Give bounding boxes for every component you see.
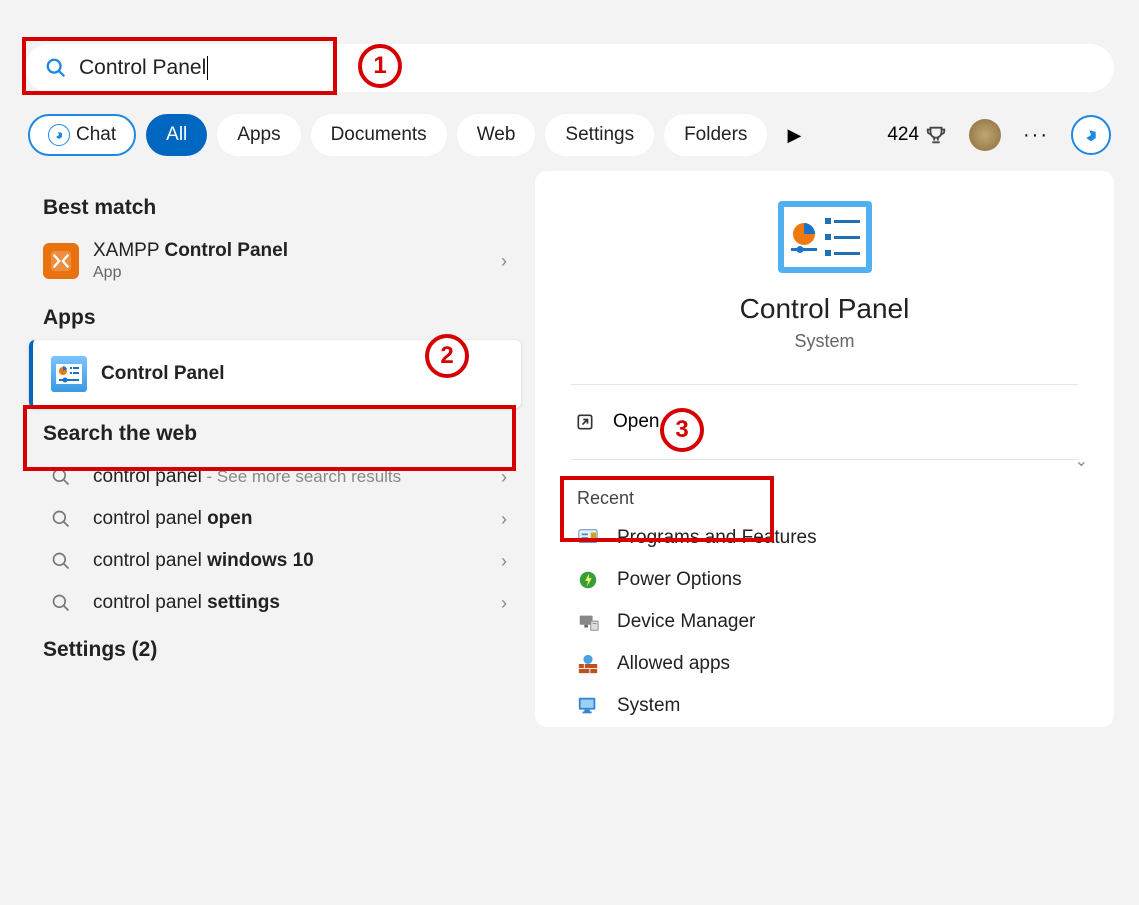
web-header: Search the web	[25, 408, 525, 456]
more-icon[interactable]: ···	[1023, 124, 1049, 147]
search-icon	[51, 593, 71, 613]
chat-label: Chat	[76, 124, 116, 146]
apps-header: Apps	[25, 292, 525, 340]
tab-apps[interactable]: Apps	[217, 114, 300, 156]
system-icon	[577, 695, 599, 717]
control-panel-icon	[51, 356, 87, 392]
best-match-header: Best match	[25, 182, 525, 230]
trophy-icon	[925, 124, 947, 146]
control-panel-large-icon	[778, 201, 872, 273]
rewards-count: 424	[887, 124, 919, 146]
detail-title: Control Panel	[740, 293, 910, 325]
chevron-right-icon[interactable]: ›	[501, 251, 507, 272]
recent-item-power[interactable]: Power Options	[535, 559, 1114, 601]
tab-web[interactable]: Web	[457, 114, 536, 156]
more-tabs-icon[interactable]: ▶	[781, 119, 807, 152]
chevron-down-icon[interactable]: ⌄	[1075, 451, 1088, 471]
web-result-3[interactable]: control panel settings ›	[25, 582, 525, 624]
firewall-icon	[577, 653, 599, 675]
recent-item-programs[interactable]: Programs and Features	[535, 517, 1114, 559]
recent-item-device[interactable]: Device Manager	[535, 601, 1114, 643]
search-input[interactable]: Control Panel	[25, 44, 1114, 92]
chevron-right-icon[interactable]: ›	[501, 467, 507, 488]
detail-sub: System	[794, 331, 854, 352]
search-icon	[51, 551, 71, 571]
power-icon	[577, 569, 599, 591]
search-input-value: Control Panel	[79, 56, 206, 80]
web-result-0[interactable]: control panel - See more search results …	[25, 456, 525, 498]
tab-documents[interactable]: Documents	[311, 114, 447, 156]
recent-header: Recent	[535, 472, 1114, 517]
rewards-badge[interactable]: 424	[887, 124, 947, 146]
result-xampp[interactable]: XAMPP Control Panel App ›	[25, 230, 525, 292]
tab-all[interactable]: All	[146, 114, 207, 156]
web-result-1[interactable]: control panel open ›	[25, 498, 525, 540]
tab-settings[interactable]: Settings	[545, 114, 654, 156]
search-icon	[51, 509, 71, 529]
chevron-right-icon[interactable]: ›	[501, 593, 507, 614]
chevron-right-icon[interactable]: ›	[501, 509, 507, 530]
settings-header: Settings (2)	[25, 624, 525, 672]
search-icon	[45, 57, 67, 79]
xampp-sub: App	[93, 264, 487, 282]
open-label: Open	[613, 411, 659, 433]
xampp-title-bold: Control Panel	[164, 240, 288, 261]
control-panel-title: Control Panel	[101, 363, 225, 384]
divider	[571, 384, 1078, 385]
tab-folders[interactable]: Folders	[664, 114, 767, 156]
result-control-panel[interactable]: Control Panel	[29, 340, 521, 408]
open-button[interactable]: Open	[551, 397, 1098, 447]
recent-item-system[interactable]: System	[535, 685, 1114, 727]
device-icon	[577, 611, 599, 633]
text-cursor	[207, 56, 208, 80]
xampp-title-pre: XAMPP	[93, 240, 164, 261]
bing-icon	[1082, 124, 1100, 146]
chat-button[interactable]: Chat	[28, 114, 136, 156]
open-external-icon	[575, 412, 595, 432]
web-result-2[interactable]: control panel windows 10 ›	[25, 540, 525, 582]
bing-small-icon	[48, 124, 70, 146]
avatar[interactable]	[969, 119, 1001, 151]
xampp-icon	[43, 243, 79, 279]
search-icon	[51, 467, 71, 487]
bing-button[interactable]	[1071, 115, 1111, 155]
programs-icon	[577, 527, 599, 549]
recent-item-allowed[interactable]: Allowed apps	[535, 643, 1114, 685]
chevron-right-icon[interactable]: ›	[501, 551, 507, 572]
